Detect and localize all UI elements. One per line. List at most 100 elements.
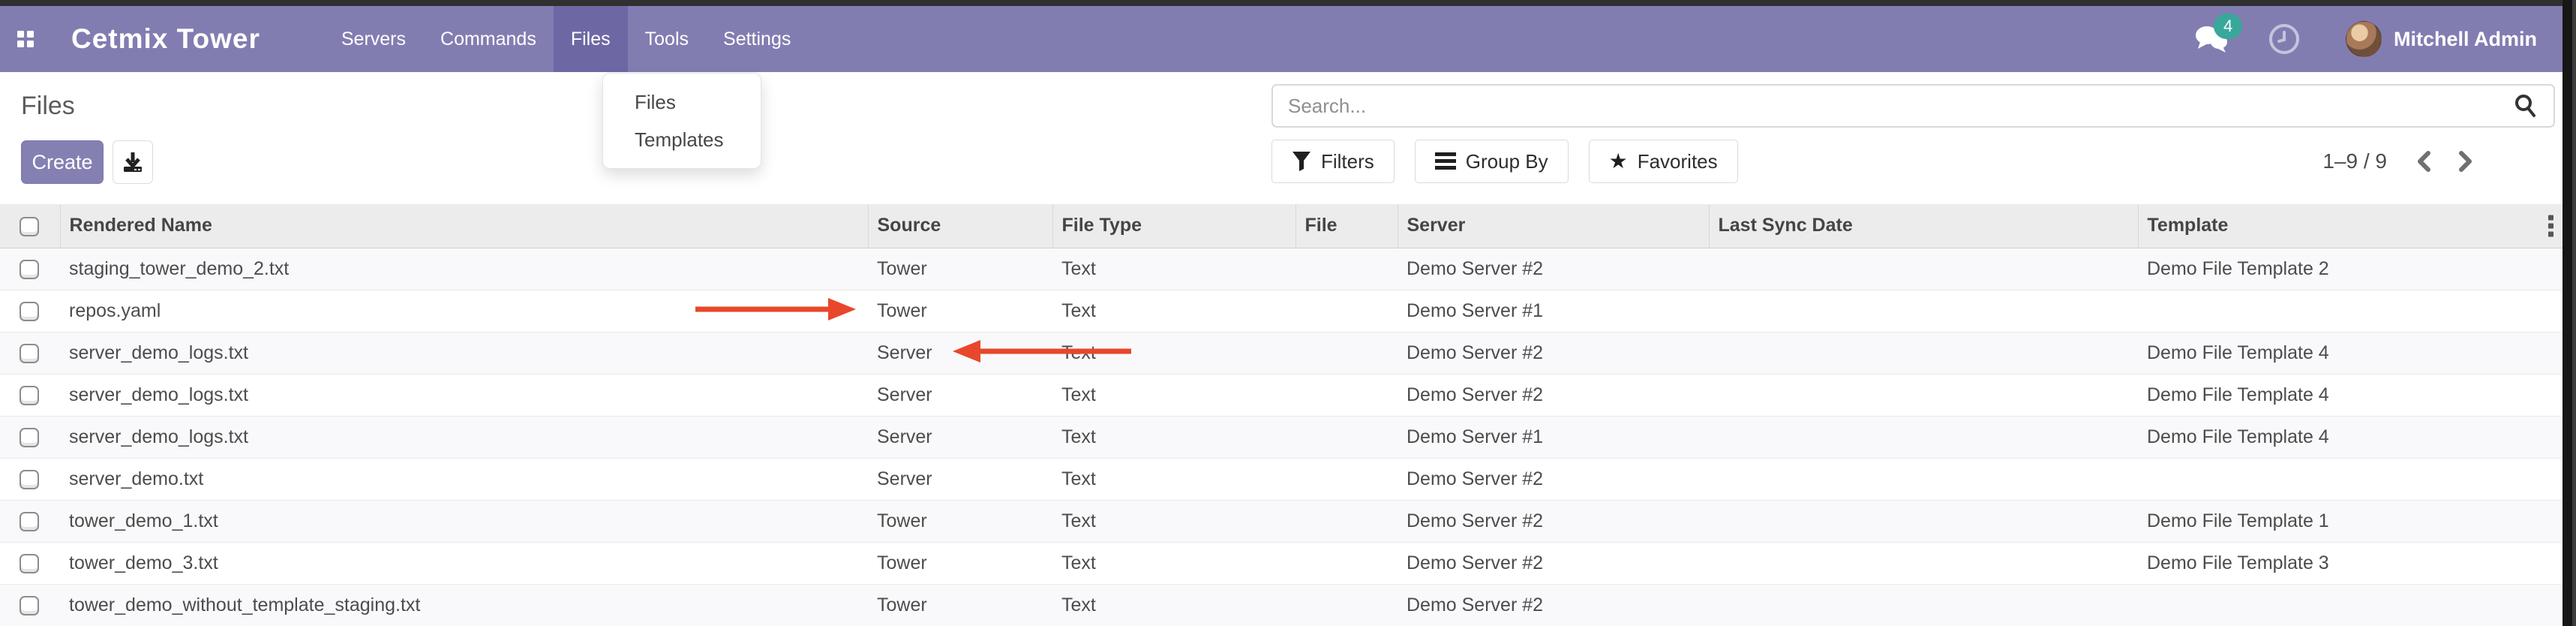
search-icon[interactable] bbox=[2513, 93, 2538, 119]
cell-template[interactable] bbox=[2138, 458, 2562, 500]
cell-file-type[interactable]: Text bbox=[1052, 500, 1296, 542]
menu-tools[interactable]: Tools bbox=[628, 6, 706, 72]
row-checkbox[interactable] bbox=[20, 554, 39, 573]
apps-grid-icon[interactable] bbox=[17, 31, 34, 47]
table-row[interactable]: tower_demo_1.txt Tower Text Demo Server … bbox=[0, 500, 2562, 542]
filters-button[interactable]: Filters bbox=[1271, 140, 1395, 183]
row-checkbox[interactable] bbox=[20, 596, 39, 615]
cell-file-type[interactable]: Text bbox=[1052, 332, 1296, 374]
cell-last-sync-date[interactable] bbox=[1709, 416, 2138, 458]
cell-server[interactable]: Demo Server #2 bbox=[1398, 500, 1709, 542]
row-checkbox[interactable] bbox=[20, 386, 39, 405]
menu-commands[interactable]: Commands bbox=[423, 6, 554, 72]
cell-server[interactable]: Demo Server #2 bbox=[1398, 584, 1709, 626]
cell-file[interactable] bbox=[1296, 584, 1398, 626]
cell-last-sync-date[interactable] bbox=[1709, 542, 2138, 584]
cell-server[interactable]: Demo Server #2 bbox=[1398, 458, 1709, 500]
cell-rendered-name[interactable]: tower_demo_1.txt bbox=[60, 500, 868, 542]
cell-template[interactable]: Demo File Template 3 bbox=[2138, 542, 2562, 584]
dropdown-item-files[interactable]: Files bbox=[603, 83, 761, 121]
select-all-checkbox[interactable] bbox=[20, 217, 39, 236]
pager-previous-button[interactable] bbox=[2409, 146, 2439, 177]
cell-rendered-name[interactable]: server_demo_logs.txt bbox=[60, 332, 868, 374]
cell-server[interactable]: Demo Server #2 bbox=[1398, 332, 1709, 374]
cell-rendered-name[interactable]: server_demo_logs.txt bbox=[60, 416, 868, 458]
cell-last-sync-date[interactable] bbox=[1709, 248, 2138, 290]
app-brand[interactable]: Cetmix Tower bbox=[71, 23, 260, 55]
cell-source[interactable]: Server bbox=[868, 416, 1052, 458]
cell-file[interactable] bbox=[1296, 500, 1398, 542]
row-checkbox[interactable] bbox=[20, 344, 39, 363]
search-input[interactable] bbox=[1273, 95, 2513, 118]
cell-rendered-name[interactable]: staging_tower_demo_2.txt bbox=[60, 248, 868, 290]
export-button[interactable] bbox=[113, 140, 153, 184]
cell-last-sync-date[interactable] bbox=[1709, 458, 2138, 500]
cell-source[interactable]: Server bbox=[868, 458, 1052, 500]
column-header-template[interactable]: Template bbox=[2138, 204, 2562, 248]
cell-server[interactable]: Demo Server #2 bbox=[1398, 542, 1709, 584]
cell-source[interactable]: Server bbox=[868, 332, 1052, 374]
dropdown-item-templates[interactable]: Templates bbox=[603, 121, 761, 158]
cell-last-sync-date[interactable] bbox=[1709, 374, 2138, 416]
table-row[interactable]: server_demo_logs.txt Server Text Demo Se… bbox=[0, 416, 2562, 458]
cell-source[interactable]: Server bbox=[868, 374, 1052, 416]
cell-source[interactable]: Tower bbox=[868, 500, 1052, 542]
pager-next-button[interactable] bbox=[2450, 146, 2480, 177]
cell-template[interactable]: Demo File Template 4 bbox=[2138, 416, 2562, 458]
cell-file-type[interactable]: Text bbox=[1052, 416, 1296, 458]
cell-source[interactable]: Tower bbox=[868, 248, 1052, 290]
cell-source[interactable]: Tower bbox=[868, 542, 1052, 584]
cell-file-type[interactable]: Text bbox=[1052, 290, 1296, 332]
cell-source[interactable]: Tower bbox=[868, 290, 1052, 332]
cell-rendered-name[interactable]: repos.yaml bbox=[60, 290, 868, 332]
column-header-file[interactable]: File bbox=[1296, 204, 1398, 248]
cell-file-type[interactable]: Text bbox=[1052, 458, 1296, 500]
cell-template[interactable]: Demo File Template 4 bbox=[2138, 332, 2562, 374]
cell-last-sync-date[interactable] bbox=[1709, 584, 2138, 626]
column-header-file-type[interactable]: File Type bbox=[1052, 204, 1296, 248]
cell-last-sync-date[interactable] bbox=[1709, 332, 2138, 374]
messages-button[interactable]: 4 bbox=[2194, 24, 2229, 54]
cell-server[interactable]: Demo Server #1 bbox=[1398, 416, 1709, 458]
table-row[interactable]: repos.yaml Tower Text Demo Server #1 bbox=[0, 290, 2562, 332]
cell-file[interactable] bbox=[1296, 416, 1398, 458]
table-row[interactable]: server_demo_logs.txt Server Text Demo Se… bbox=[0, 374, 2562, 416]
row-checkbox[interactable] bbox=[20, 302, 39, 321]
group-by-button[interactable]: Group By bbox=[1415, 140, 1569, 183]
cell-rendered-name[interactable]: tower_demo_without_template_staging.txt bbox=[60, 584, 868, 626]
cell-last-sync-date[interactable] bbox=[1709, 290, 2138, 332]
cell-file-type[interactable]: Text bbox=[1052, 248, 1296, 290]
table-row[interactable]: staging_tower_demo_2.txt Tower Text Demo… bbox=[0, 248, 2562, 290]
user-menu[interactable]: Mitchell Admin bbox=[2346, 21, 2537, 57]
cell-server[interactable]: Demo Server #2 bbox=[1398, 374, 1709, 416]
cell-rendered-name[interactable]: tower_demo_3.txt bbox=[60, 542, 868, 584]
cell-file-type[interactable]: Text bbox=[1052, 374, 1296, 416]
table-row[interactable]: tower_demo_without_template_staging.txt … bbox=[0, 584, 2562, 626]
column-header-server[interactable]: Server bbox=[1398, 204, 1709, 248]
column-header-source[interactable]: Source bbox=[868, 204, 1052, 248]
column-header-rendered-name[interactable]: Rendered Name bbox=[60, 204, 868, 248]
cell-server[interactable]: Demo Server #2 bbox=[1398, 248, 1709, 290]
cell-file-type[interactable]: Text bbox=[1052, 584, 1296, 626]
cell-template[interactable]: Demo File Template 2 bbox=[2138, 248, 2562, 290]
cell-file[interactable] bbox=[1296, 248, 1398, 290]
cell-file-type[interactable]: Text bbox=[1052, 542, 1296, 584]
menu-settings[interactable]: Settings bbox=[706, 6, 808, 72]
row-checkbox[interactable] bbox=[20, 260, 39, 279]
row-checkbox[interactable] bbox=[20, 470, 39, 489]
cell-template[interactable]: Demo File Template 4 bbox=[2138, 374, 2562, 416]
menu-servers[interactable]: Servers bbox=[324, 6, 423, 72]
cell-rendered-name[interactable]: server_demo_logs.txt bbox=[60, 374, 868, 416]
table-row[interactable]: server_demo.txt Server Text Demo Server … bbox=[0, 458, 2562, 500]
column-header-last-sync-date[interactable]: Last Sync Date bbox=[1709, 204, 2138, 248]
cell-template[interactable]: Demo File Template 1 bbox=[2138, 500, 2562, 542]
row-checkbox[interactable] bbox=[20, 512, 39, 531]
cell-last-sync-date[interactable] bbox=[1709, 500, 2138, 542]
cell-file[interactable] bbox=[1296, 458, 1398, 500]
table-row[interactable]: tower_demo_3.txt Tower Text Demo Server … bbox=[0, 542, 2562, 584]
cell-source[interactable]: Tower bbox=[868, 584, 1052, 626]
optional-columns-icon[interactable] bbox=[2548, 215, 2553, 236]
cell-server[interactable]: Demo Server #1 bbox=[1398, 290, 1709, 332]
cell-file[interactable] bbox=[1296, 374, 1398, 416]
cell-file[interactable] bbox=[1296, 332, 1398, 374]
